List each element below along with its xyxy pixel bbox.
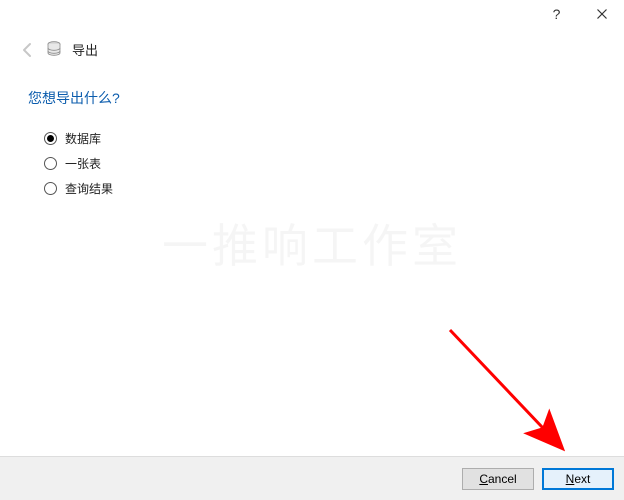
wizard-title: 导出 [72,40,98,59]
help-icon: ? [553,6,561,22]
close-button[interactable] [579,0,624,28]
wizard-footer: Cancel Next [0,456,624,500]
close-icon [597,7,607,22]
radio-icon [44,132,57,145]
button-label: Cancel [479,472,516,486]
next-button[interactable]: Next [542,468,614,490]
radio-icon [44,182,57,195]
export-wizard-window: ? 导出 您想导出什么? 数据库 一张表 [0,0,624,500]
option-label: 查询结果 [65,180,113,197]
radio-icon [44,157,57,170]
wizard-header: 导出 [20,40,98,59]
wizard-question: 您想导出什么? [28,88,120,108]
option-query-result[interactable]: 查询结果 [44,180,113,197]
cancel-button[interactable]: Cancel [462,468,534,490]
watermark-text: 一推响工作室 [0,210,624,276]
button-label: Next [566,472,591,486]
option-label: 一张表 [65,155,101,172]
back-arrow-icon [20,42,36,58]
annotation-arrow-icon [0,0,624,500]
option-label: 数据库 [65,130,101,147]
export-options-group: 数据库 一张表 查询结果 [44,130,113,197]
database-icon [46,41,62,59]
option-table[interactable]: 一张表 [44,155,113,172]
option-database[interactable]: 数据库 [44,130,113,147]
help-button[interactable]: ? [534,0,579,28]
window-titlebar: ? [534,0,624,30]
